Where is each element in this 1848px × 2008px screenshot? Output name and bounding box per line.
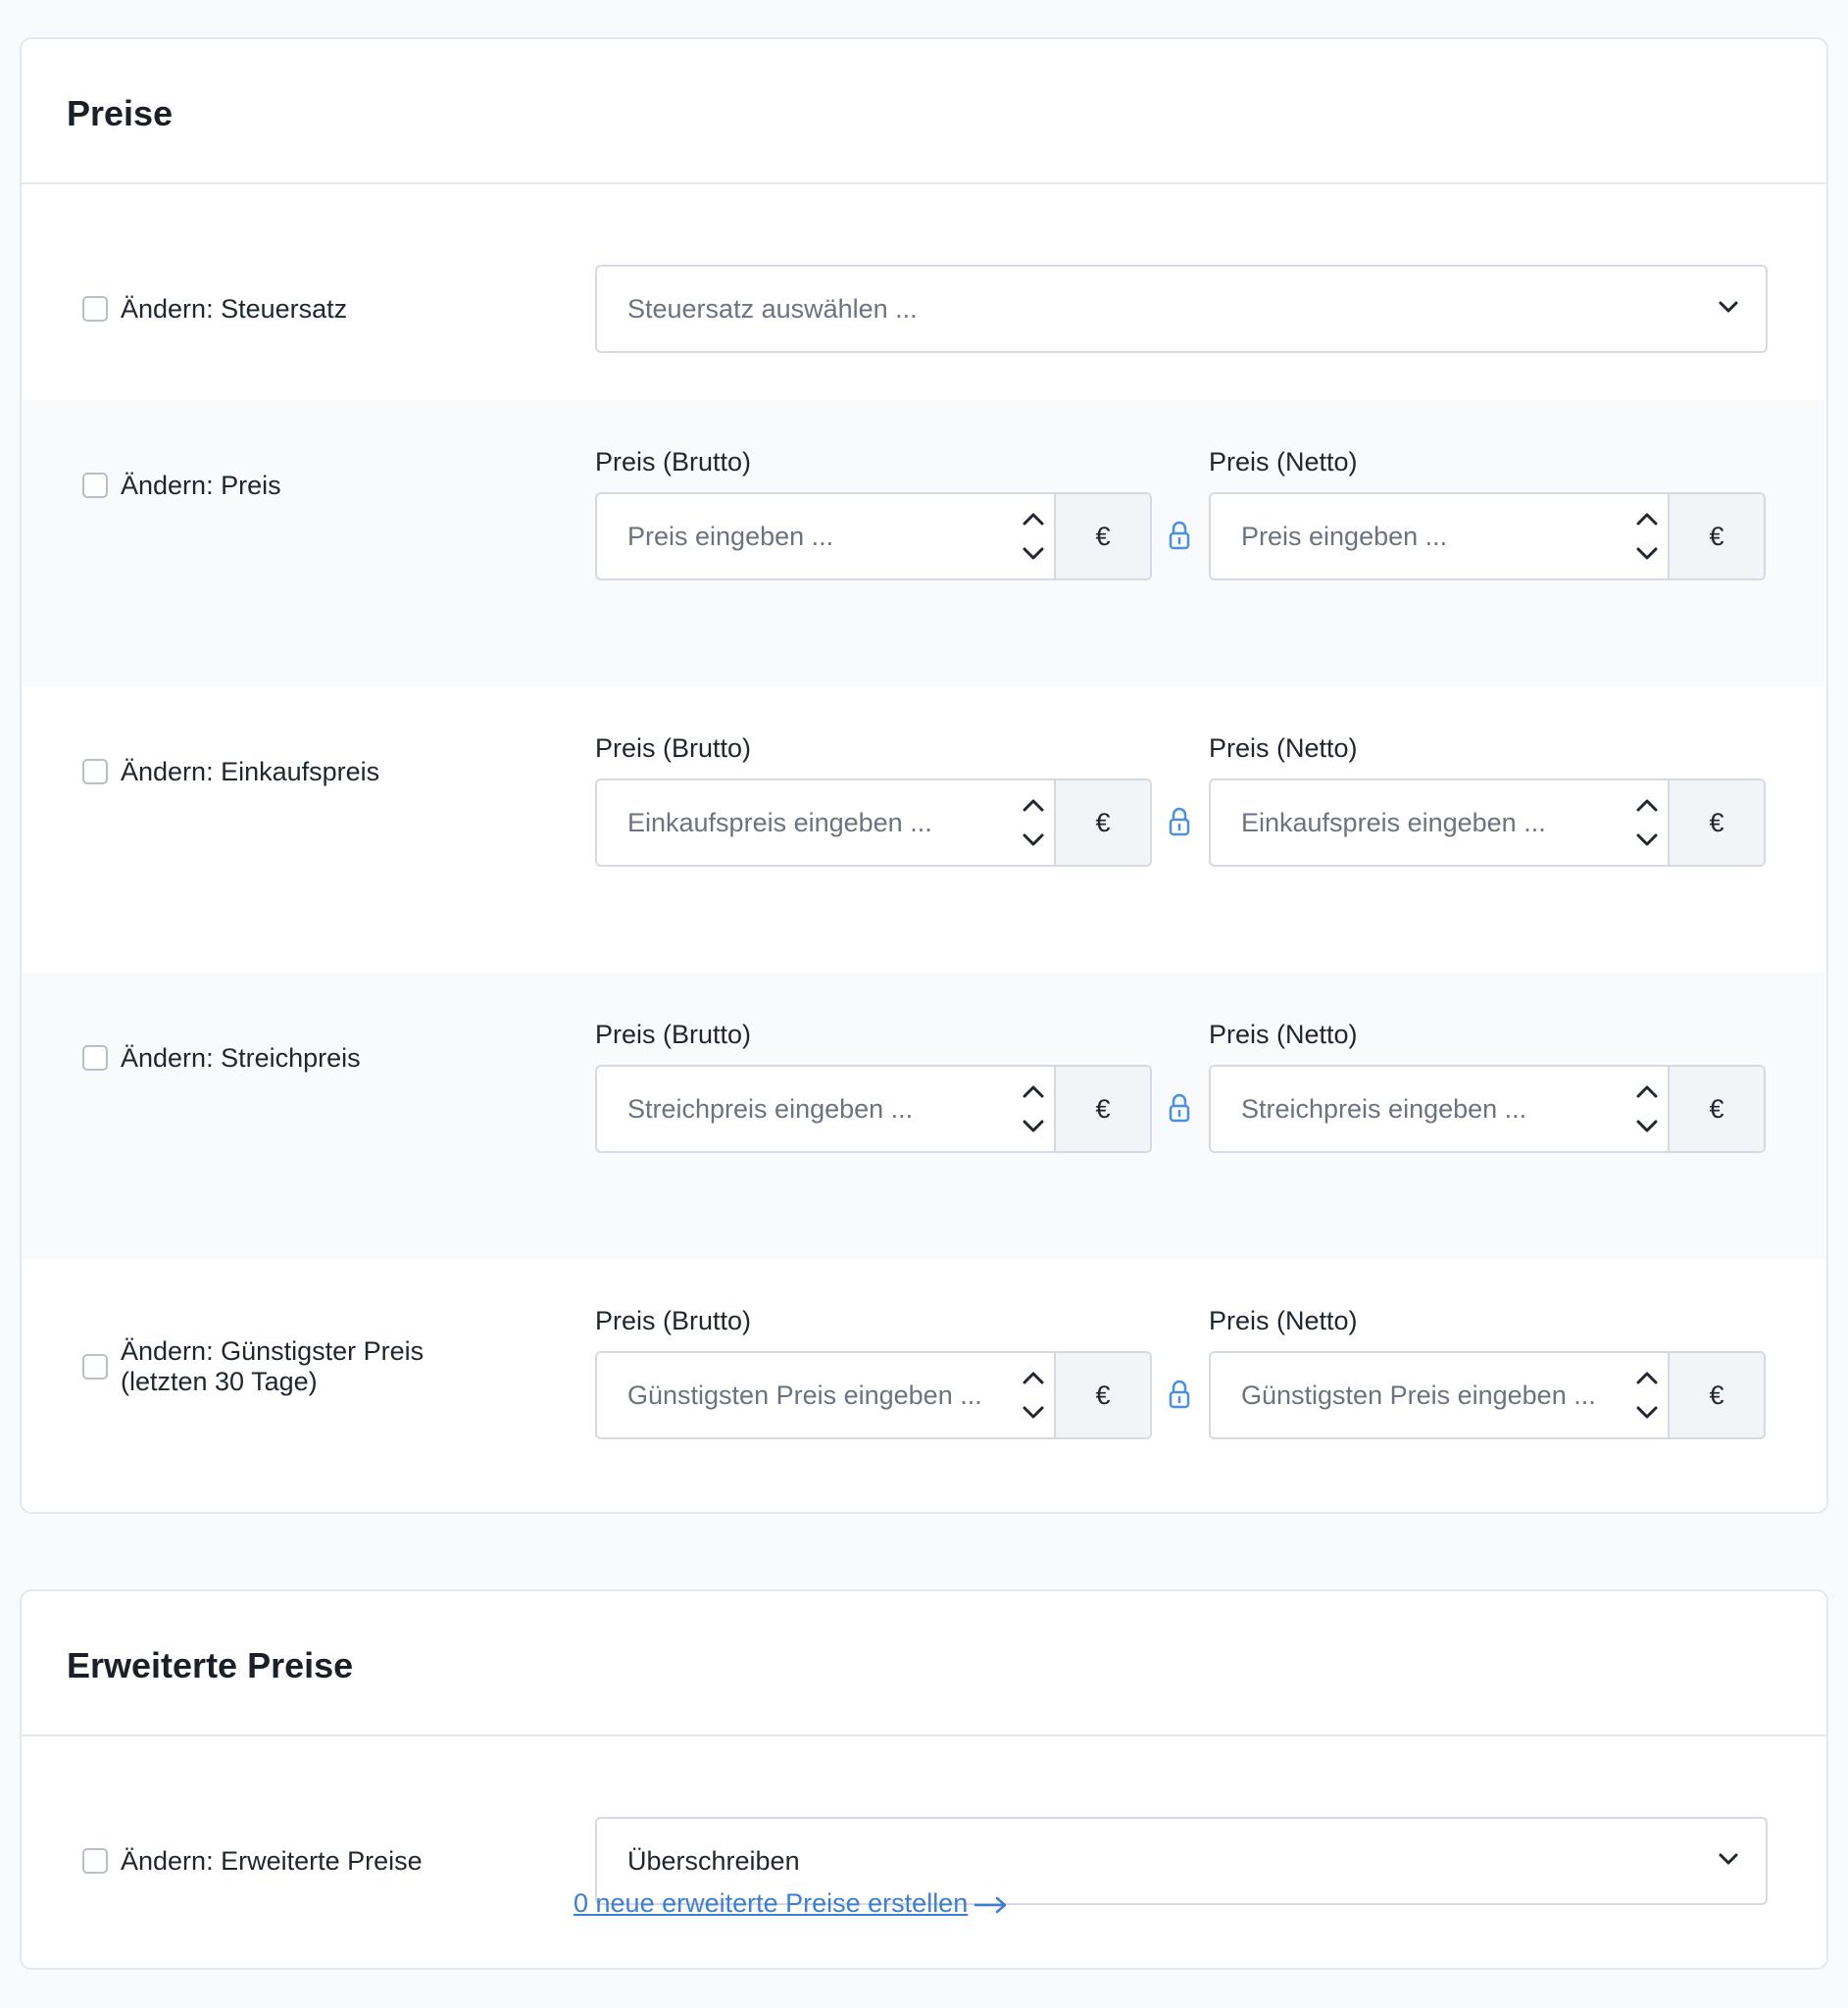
purchase-price-net-field: € (1209, 778, 1766, 867)
row-price: Ändern: Preis Preis (Brutto) Preis (Nett… (22, 400, 1826, 686)
chevron-up-icon[interactable] (1634, 796, 1660, 814)
row-tax-rate: Ändern: Steuersatz Steuersatz auswählen … (22, 184, 1826, 400)
lowest-price-checkbox[interactable] (82, 1354, 108, 1380)
chevron-down-icon[interactable] (1021, 1118, 1046, 1135)
advanced-prices-label: Ändern: Erweiterte Preise (121, 1846, 423, 1876)
chevron-down-icon[interactable] (1634, 1118, 1660, 1135)
lock-icon[interactable] (1169, 521, 1190, 550)
list-price-gross-input[interactable] (597, 1067, 1009, 1151)
prices-card: Preise Ändern: Steuersatz Steuersatz aus… (20, 37, 1828, 1514)
list-price-gross-stepper (1009, 1067, 1058, 1151)
lowest-price-net-field: € (1209, 1351, 1766, 1439)
advanced-prices-checkbox[interactable] (82, 1848, 108, 1874)
create-advanced-prices-link[interactable]: 0 neue erweiterte Preise erstellen (574, 1888, 1009, 1919)
currency-addon: € (1054, 494, 1150, 578)
price-gross-input[interactable] (597, 494, 1009, 578)
chevron-down-icon[interactable] (1021, 831, 1046, 849)
lowest-price-label-line2: (letzten 30 Tage) (121, 1367, 318, 1396)
chevron-down-icon[interactable] (1021, 1404, 1046, 1422)
row-list-price: Ändern: Streichpreis Preis (Brutto) Prei… (22, 973, 1826, 1259)
chevron-down-icon[interactable] (1021, 545, 1046, 563)
currency-addon: € (1668, 494, 1764, 578)
price-net-label: Preis (Netto) (1209, 447, 1358, 477)
list-price-net-label: Preis (Netto) (1209, 1020, 1358, 1049)
list-price-net-field: € (1209, 1065, 1766, 1153)
list-price-checkbox[interactable] (82, 1045, 108, 1071)
lowest-price-gross-stepper (1009, 1353, 1058, 1437)
list-price-gross-field: € (595, 1065, 1152, 1153)
lowest-price-net-label: Preis (Netto) (1209, 1306, 1358, 1335)
create-advanced-prices-link-text: 0 neue erweiterte Preise erstellen (574, 1888, 969, 1918)
price-net-field: € (1209, 492, 1766, 580)
lowest-price-gross-label: Preis (Brutto) (595, 1306, 752, 1335)
price-gross-field: € (595, 492, 1152, 580)
purchase-price-checkbox[interactable] (82, 759, 108, 784)
lowest-price-net-input[interactable] (1211, 1353, 1623, 1437)
lock-icon[interactable] (1169, 1380, 1190, 1409)
row-purchase-price: Ändern: Einkaufspreis Preis (Brutto) Pre… (22, 686, 1826, 973)
lowest-price-label: Ändern: Günstigster Preis (letzten 30 Ta… (121, 1336, 424, 1397)
chevron-down-icon[interactable] (1634, 545, 1660, 563)
purchase-price-gross-field: € (595, 778, 1152, 867)
price-gross-label: Preis (Brutto) (595, 447, 752, 477)
lock-icon[interactable] (1169, 807, 1190, 836)
purchase-price-net-stepper (1623, 780, 1672, 865)
currency-addon: € (1668, 1353, 1764, 1437)
price-label: Ändern: Preis (121, 471, 281, 500)
chevron-down-icon[interactable] (1634, 831, 1660, 849)
list-price-label: Ändern: Streichpreis (121, 1043, 361, 1073)
currency-addon: € (1054, 1353, 1150, 1437)
tax-rate-checkbox[interactable] (82, 296, 108, 322)
purchase-price-gross-stepper (1009, 780, 1058, 865)
chevron-up-icon[interactable] (1634, 1369, 1660, 1386)
tax-rate-select[interactable]: Steuersatz auswählen ... (595, 265, 1768, 353)
purchase-price-net-input[interactable] (1211, 780, 1623, 865)
price-checkbox[interactable] (82, 473, 108, 498)
chevron-up-icon[interactable] (1021, 1082, 1046, 1100)
currency-addon: € (1054, 780, 1150, 865)
chevron-up-icon[interactable] (1021, 796, 1046, 814)
chevron-down-icon (1719, 301, 1738, 313)
lowest-price-label-line1: Ändern: Günstigster Preis (121, 1336, 425, 1366)
lowest-price-net-stepper (1623, 1353, 1672, 1437)
arrow-right-icon (974, 1896, 1007, 1914)
lock-icon[interactable] (1169, 1093, 1190, 1123)
purchase-price-gross-input[interactable] (597, 780, 1009, 865)
chevron-up-icon[interactable] (1021, 510, 1046, 527)
price-net-stepper (1623, 494, 1672, 578)
list-price-gross-label: Preis (Brutto) (595, 1020, 752, 1049)
purchase-price-net-label: Preis (Netto) (1209, 733, 1358, 763)
price-net-input[interactable] (1211, 494, 1623, 578)
tax-rate-label: Ändern: Steuersatz (121, 294, 348, 324)
currency-addon: € (1054, 1067, 1150, 1151)
chevron-down-icon[interactable] (1634, 1404, 1660, 1422)
chevron-down-icon (1719, 1853, 1738, 1865)
list-price-net-stepper (1623, 1067, 1672, 1151)
row-advanced-prices: Ändern: Erweiterte Preise Überschreiben (22, 1736, 1826, 1970)
lowest-price-gross-input[interactable] (597, 1353, 1009, 1437)
purchase-price-gross-label: Preis (Brutto) (595, 733, 752, 763)
price-gross-stepper (1009, 494, 1058, 578)
chevron-up-icon[interactable] (1021, 1369, 1046, 1386)
currency-addon: € (1668, 780, 1764, 865)
tax-rate-select-placeholder: Steuersatz auswählen ... (627, 294, 918, 324)
purchase-price-label: Ändern: Einkaufspreis (121, 757, 380, 786)
chevron-up-icon[interactable] (1634, 510, 1660, 527)
chevron-up-icon[interactable] (1634, 1082, 1660, 1100)
currency-addon: € (1668, 1067, 1764, 1151)
advanced-prices-title: Erweiterte Preise (67, 1645, 354, 1685)
lowest-price-gross-field: € (595, 1351, 1152, 1439)
row-lowest-price: Ändern: Günstigster Preis (letzten 30 Ta… (22, 1259, 1826, 1512)
list-price-net-input[interactable] (1211, 1067, 1623, 1151)
prices-title: Preise (67, 93, 174, 133)
